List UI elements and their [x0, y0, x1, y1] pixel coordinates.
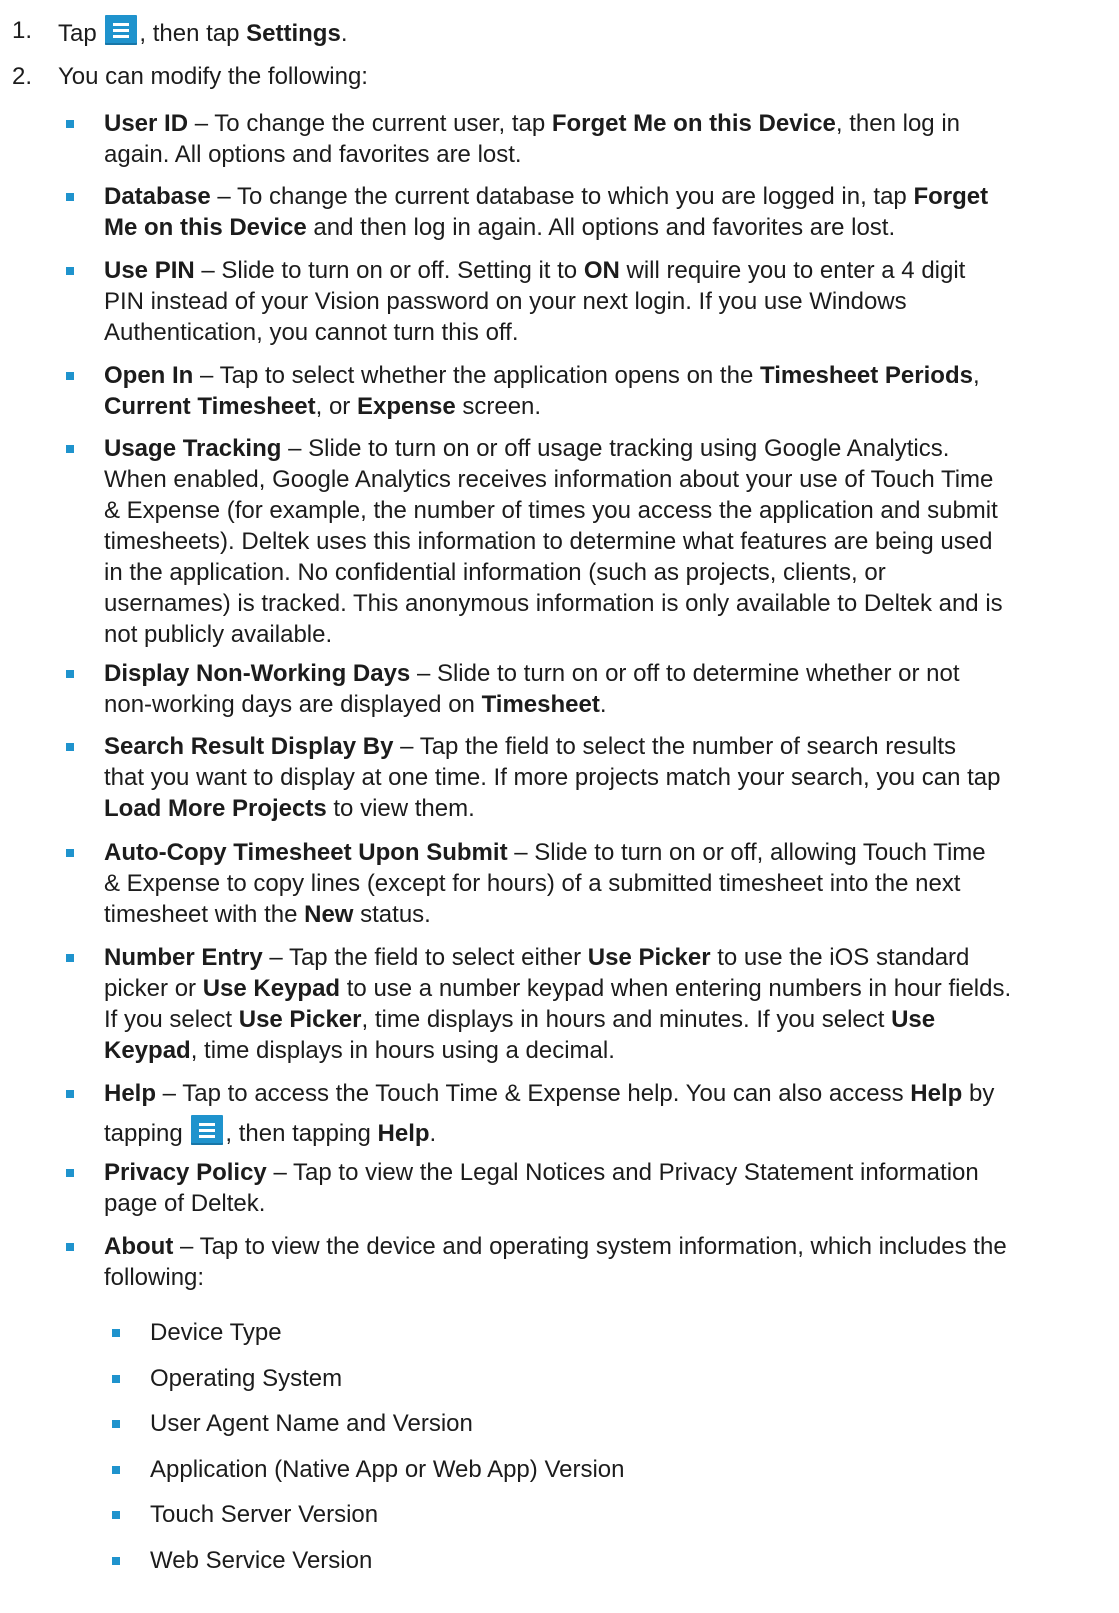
hamburger-menu-icon	[105, 15, 138, 45]
square-bullet	[112, 1557, 120, 1565]
square-bullet	[112, 1466, 120, 1474]
square-bullet	[112, 1329, 120, 1337]
square-bullet	[66, 267, 74, 275]
step-text: You can modify the following:	[58, 63, 368, 90]
square-bullet	[112, 1375, 120, 1383]
square-bullet	[66, 849, 74, 857]
square-bullet	[66, 743, 74, 751]
square-bullet	[66, 372, 74, 380]
square-bullet	[66, 445, 74, 453]
step-text: Tap , then tap Settings.	[58, 15, 347, 49]
square-bullet	[66, 193, 74, 201]
step-number: 2.	[12, 63, 33, 90]
hamburger-menu-icon	[191, 1115, 224, 1145]
square-bullet	[66, 1090, 74, 1098]
square-bullet	[112, 1420, 120, 1428]
square-bullet	[112, 1511, 120, 1519]
square-bullet	[66, 120, 74, 128]
square-bullet	[66, 1243, 74, 1251]
square-bullet	[66, 670, 74, 678]
step-number: 1.	[12, 17, 33, 44]
square-bullet	[66, 1169, 74, 1177]
square-bullet	[66, 954, 74, 962]
